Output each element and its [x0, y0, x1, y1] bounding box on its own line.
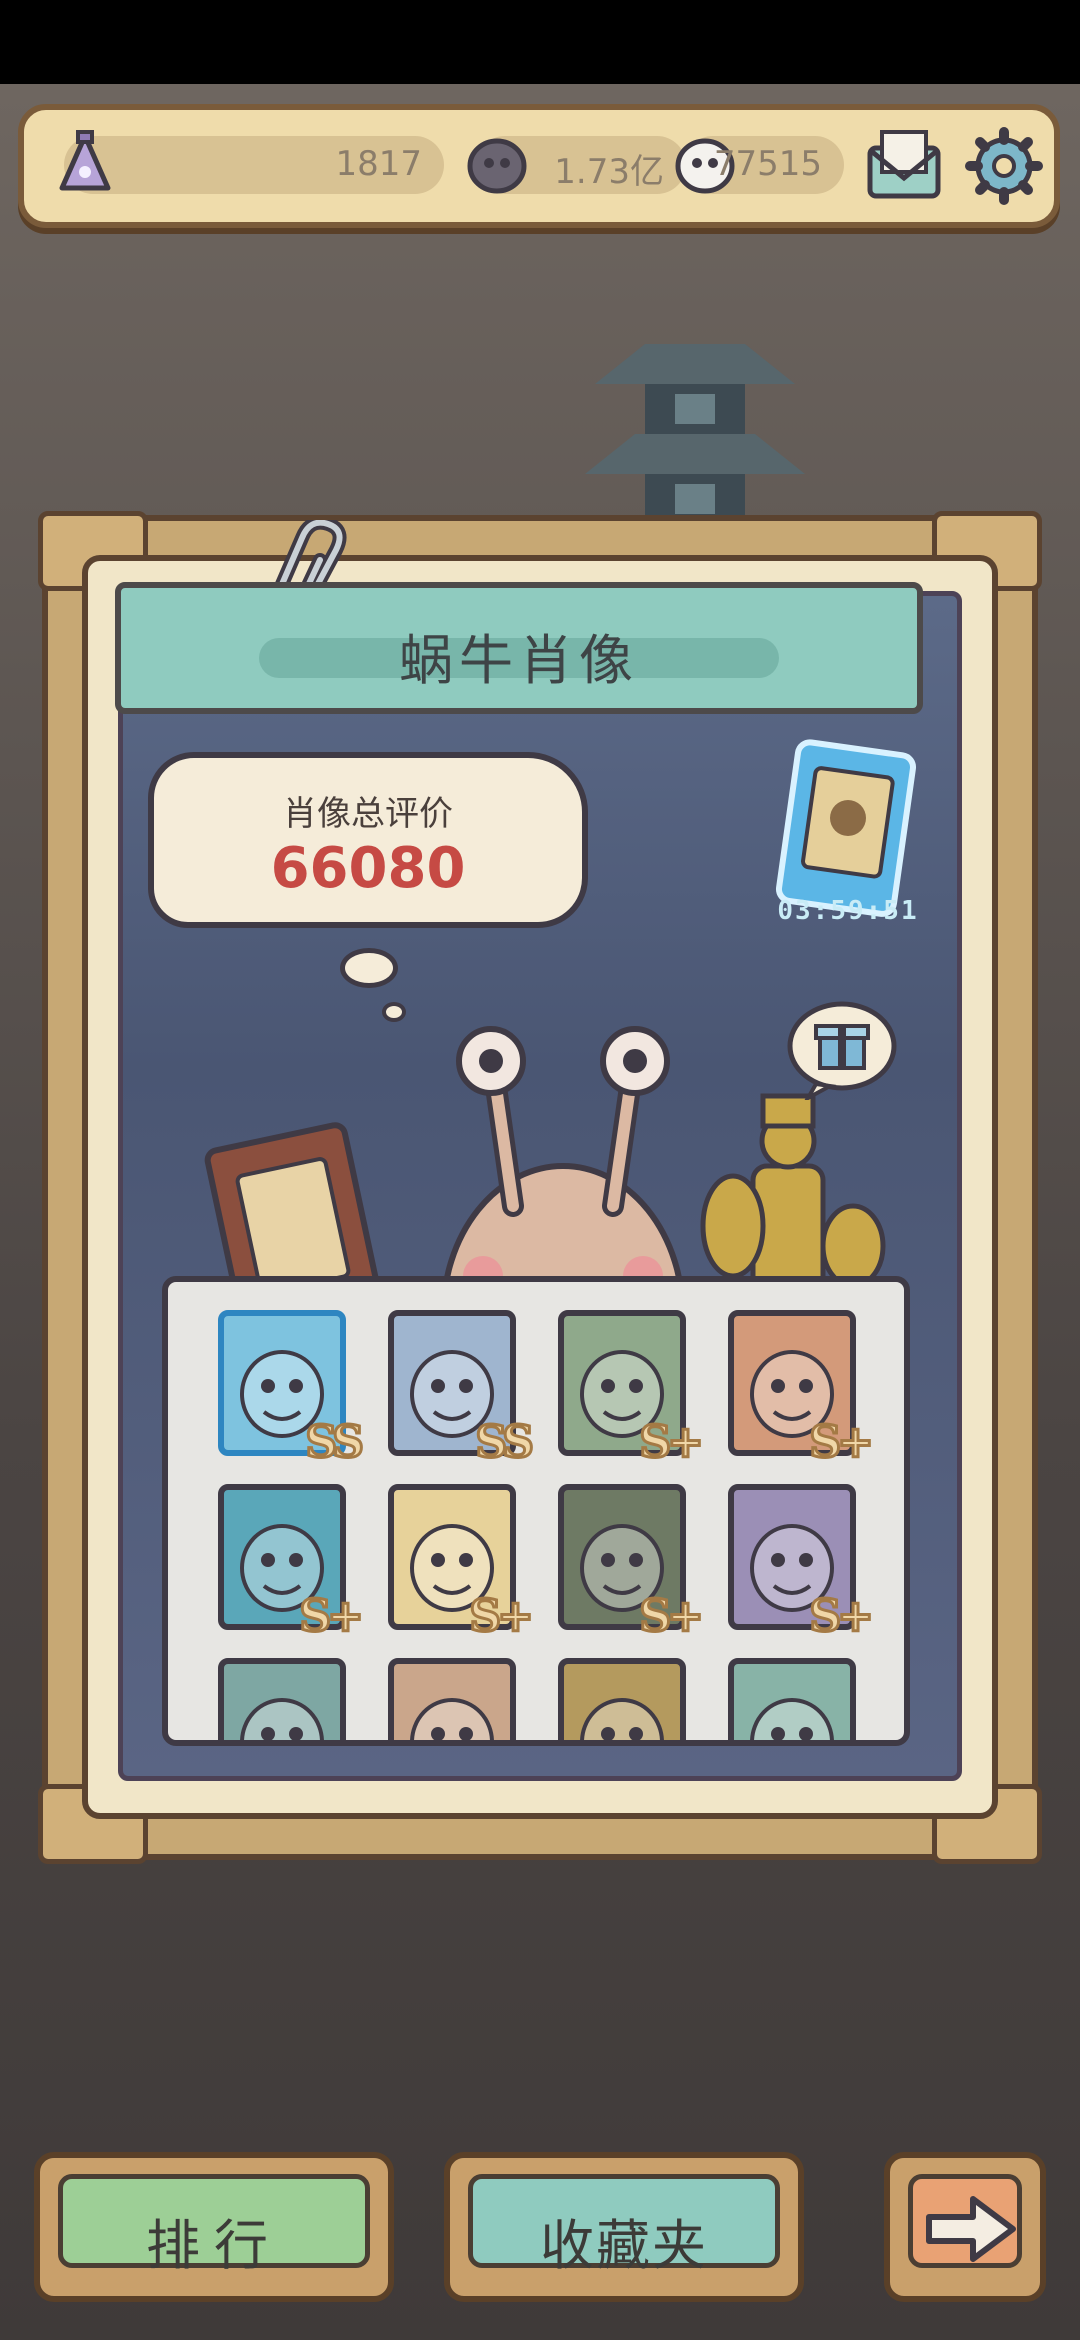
- portrait-frame: [558, 1658, 686, 1740]
- portrait-frame: [388, 1658, 516, 1740]
- resource-dark-orb[interactable]: 1.73亿: [467, 136, 686, 194]
- rank-button-label: 排行: [146, 2214, 282, 2277]
- gear-icon[interactable]: [964, 126, 1044, 206]
- portrait-slot[interactable]: S+: [728, 1310, 875, 1470]
- rank-button-face: 排行: [58, 2174, 370, 2277]
- portrait-slot[interactable]: [388, 1658, 524, 1740]
- portrait-slot[interactable]: SS: [388, 1310, 535, 1470]
- potion-count: 1817: [335, 144, 422, 184]
- next-button-face: [908, 2174, 1022, 2268]
- resource-potion[interactable]: 1817: [59, 130, 444, 194]
- rank-badge: S+: [638, 1416, 706, 1470]
- rating-value: 66080: [270, 836, 466, 901]
- rating-label: 肖像总评价: [283, 794, 453, 834]
- portrait-frame: [728, 1658, 856, 1740]
- resource-bar: 1817 1.73亿 77515: [18, 104, 1060, 228]
- portrait-slot[interactable]: S+: [388, 1484, 535, 1644]
- rank-button[interactable]: 排行: [34, 2152, 394, 2302]
- portrait-grid: SS SS S+ S+ S+ S+ S+ S+: [162, 1276, 910, 1746]
- dark-orb-icon: [467, 138, 527, 194]
- portrait-frame: [218, 1658, 346, 1740]
- thought-dot: [340, 948, 398, 988]
- rating-bubble: 肖像总评价 66080: [148, 752, 588, 928]
- dark-orb-count: 1.73亿: [554, 152, 664, 192]
- event-timer: 03:59:51: [777, 896, 919, 926]
- potion-flask-icon: [59, 130, 111, 191]
- portrait-slot[interactable]: S+: [218, 1484, 365, 1644]
- portrait-slot[interactable]: [558, 1658, 694, 1740]
- collection-button-label: 收藏夹: [540, 2214, 708, 2277]
- portrait-slot[interactable]: SS: [218, 1310, 365, 1470]
- white-orb-count: 77515: [713, 144, 822, 184]
- portrait-slot[interactable]: S+: [728, 1484, 875, 1644]
- rank-badge: S+: [298, 1590, 366, 1644]
- character-portrait-icon: [750, 1698, 834, 1740]
- status-bar: [0, 0, 1080, 84]
- arrow-right-icon: [926, 2196, 1016, 2262]
- collection-button[interactable]: 收藏夹: [444, 2152, 804, 2302]
- character-portrait-icon: [580, 1698, 664, 1740]
- collection-button-face: 收藏夹: [468, 2174, 780, 2277]
- title-banner: 蜗牛肖像: [115, 582, 923, 714]
- mail-icon[interactable]: [864, 126, 944, 206]
- rank-badge: S+: [808, 1590, 876, 1644]
- page-title: 蜗牛肖像: [399, 629, 639, 692]
- portrait-slot[interactable]: S+: [558, 1310, 705, 1470]
- thought-dot: [382, 1002, 406, 1022]
- character-portrait-icon: [410, 1698, 494, 1740]
- rank-badge: S+: [468, 1590, 536, 1644]
- gift-icon[interactable]: [786, 1000, 898, 1100]
- rank-badge: SS: [474, 1416, 536, 1470]
- portrait-slot[interactable]: S+: [558, 1484, 705, 1644]
- resource-white-orb[interactable]: 77515: [675, 136, 844, 194]
- rank-badge: S+: [808, 1416, 876, 1470]
- rank-badge: SS: [304, 1416, 366, 1470]
- rank-badge: S+: [638, 1590, 706, 1644]
- next-button[interactable]: [884, 2152, 1046, 2302]
- character-portrait-icon: [240, 1698, 324, 1740]
- portrait-slot[interactable]: [218, 1658, 354, 1740]
- portrait-slot[interactable]: [728, 1658, 864, 1740]
